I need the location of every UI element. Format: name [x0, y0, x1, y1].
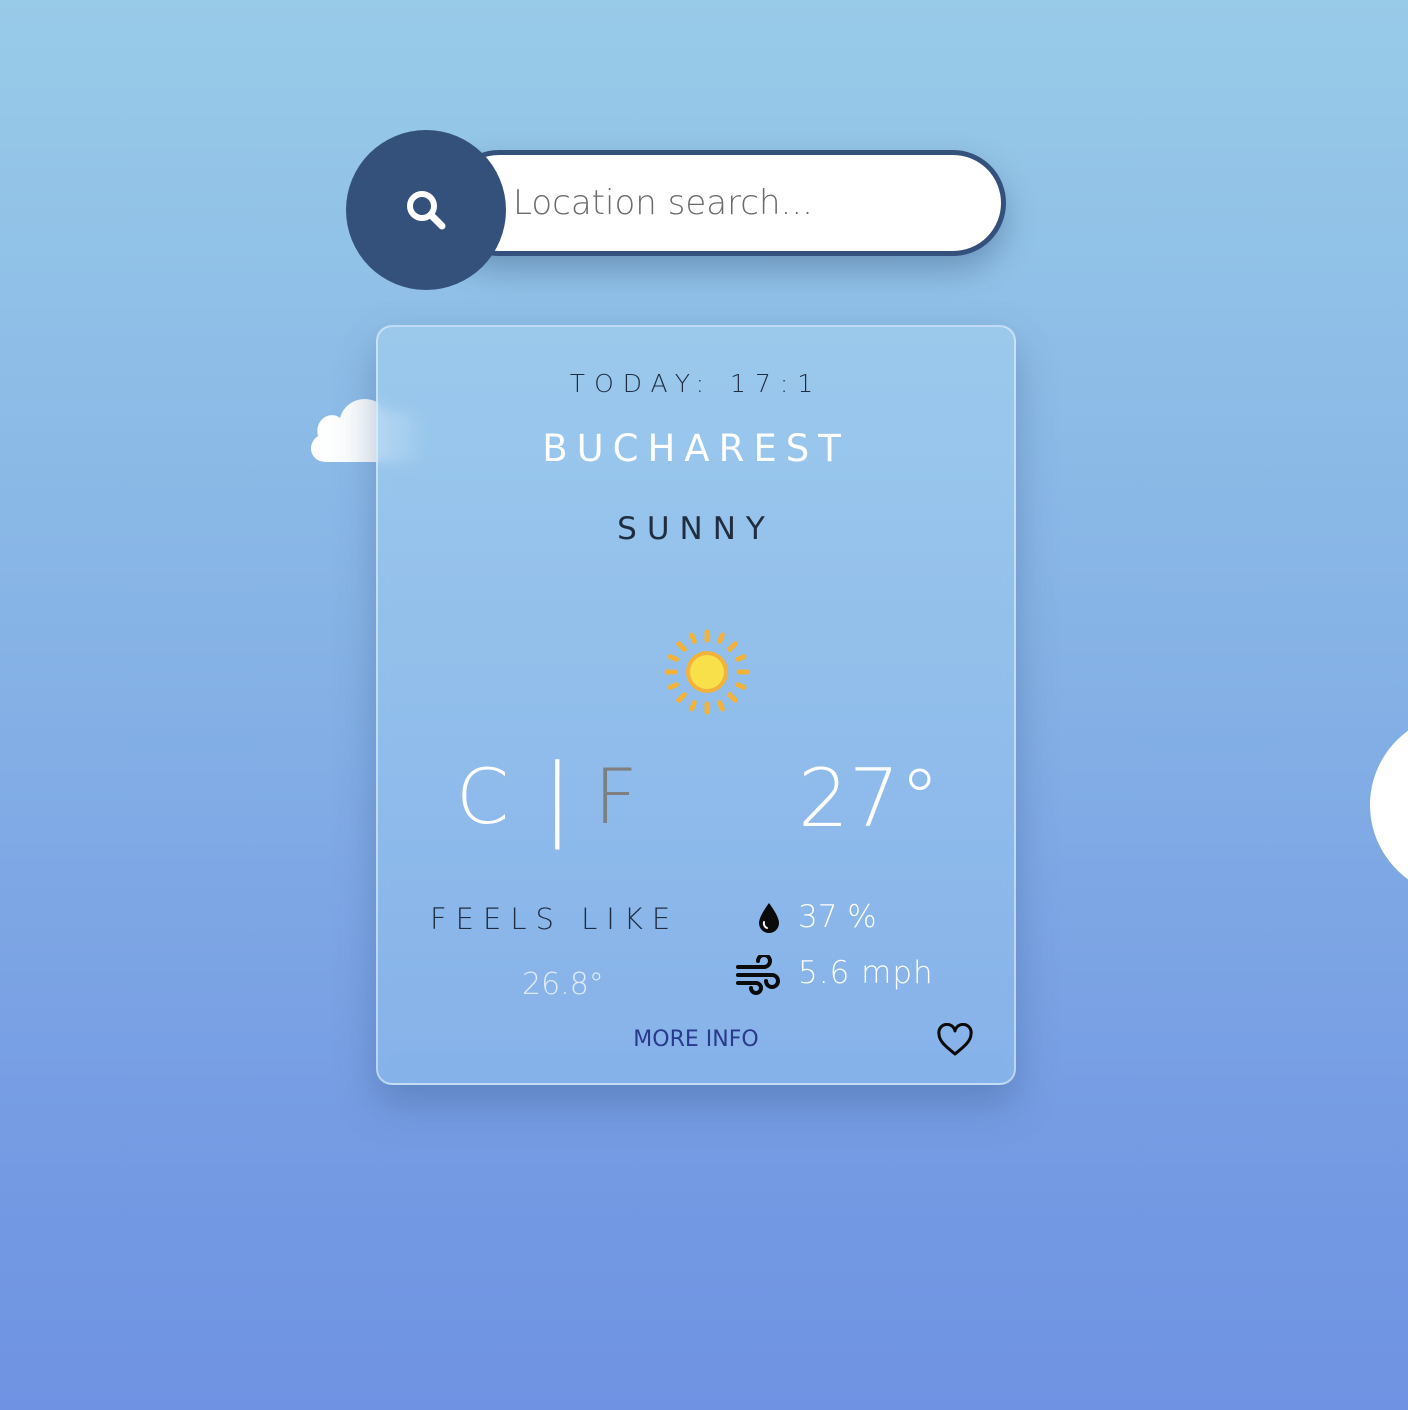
fahrenheit-toggle[interactable]: F	[594, 759, 638, 835]
feels-like-value: 26.8°	[522, 967, 604, 1002]
wind-value: 5.6 mph	[798, 955, 934, 991]
search-input[interactable]	[513, 173, 983, 233]
more-info-link[interactable]: MORE INFO	[378, 1027, 1014, 1052]
favorite-button[interactable]	[936, 1022, 974, 1057]
drop-icon	[756, 901, 782, 935]
temperature: 27°	[798, 752, 940, 845]
search-button[interactable]	[346, 130, 506, 290]
city-name: BUCHAREST	[542, 427, 850, 470]
weather-condition: SUNNY	[617, 511, 775, 547]
search-icon	[407, 191, 446, 230]
celsius-toggle[interactable]: C	[456, 759, 509, 835]
cloud-icon	[1370, 712, 1408, 898]
cloud-right	[1370, 712, 1408, 898]
sun-icon	[664, 629, 750, 715]
wind-icon	[736, 953, 780, 995]
weather-card: TODAY: 17:1 BUCHAREST SUNNY C | F 27° FE…	[376, 325, 1016, 1085]
date-time: TODAY: 17:1	[569, 369, 823, 398]
feels-like-label: FEELS LIKE	[430, 902, 680, 936]
unit-separator: |	[542, 745, 573, 850]
search-bar	[446, 150, 1006, 256]
heart-icon	[937, 1022, 973, 1056]
humidity-value: 37 %	[798, 899, 877, 935]
